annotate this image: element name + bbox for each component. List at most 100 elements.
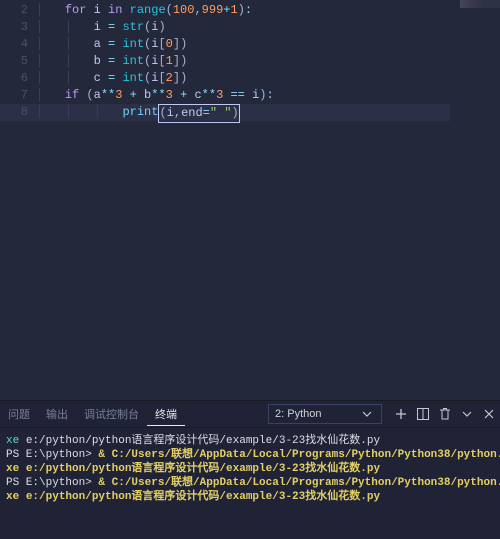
code-token: i bbox=[252, 87, 259, 104]
terminal-line: PS E:\python> & C:/Users/联想/AppData/Loca… bbox=[6, 448, 498, 462]
code-token: in bbox=[108, 2, 130, 19]
terminal-text: & C:/Users/联想/AppData/Local/Programs/Pyt… bbox=[98, 449, 500, 461]
code-token: ) bbox=[259, 87, 266, 104]
code-line[interactable]: │ │ b = int(i[1]) bbox=[36, 53, 500, 70]
chevron-down-icon bbox=[359, 406, 375, 422]
code-token: 1 bbox=[166, 53, 173, 70]
code-token: i bbox=[151, 19, 158, 36]
tab-output[interactable]: 输出 bbox=[38, 406, 76, 422]
indent-guide: │ bbox=[65, 104, 94, 123]
code-token: : bbox=[245, 2, 252, 19]
line-number: 6 bbox=[0, 70, 28, 87]
editor-pane: 2345678 │ for i in range(100,999+1):│ │ … bbox=[0, 0, 500, 400]
code-token: b bbox=[144, 87, 151, 104]
terminal-selector[interactable]: 2: Python bbox=[268, 404, 382, 424]
code-token: 3 bbox=[216, 87, 230, 104]
code-token: , bbox=[174, 106, 181, 120]
code-token: ** bbox=[101, 87, 115, 104]
code-line[interactable]: │ if (a**3 + b**3 + c**3 == i): bbox=[36, 87, 500, 104]
line-number-gutter: 2345678 bbox=[0, 0, 34, 400]
code-token: + bbox=[223, 2, 230, 19]
code-token: ( bbox=[144, 19, 151, 36]
code-token: ( bbox=[144, 70, 151, 87]
line-number: 3 bbox=[0, 19, 28, 36]
code-token: ] bbox=[173, 70, 180, 87]
line-number: 7 bbox=[0, 87, 28, 104]
close-panel-icon[interactable] bbox=[481, 406, 497, 422]
code-token: a bbox=[94, 36, 108, 53]
indent-guide: │ bbox=[65, 36, 94, 53]
code-token: , bbox=[194, 2, 201, 19]
code-token: i bbox=[94, 19, 108, 36]
code-token: if bbox=[65, 87, 87, 104]
code-token: i bbox=[151, 70, 158, 87]
line-number: 2 bbox=[0, 2, 28, 19]
bracket-match-box: (i,end=" ") bbox=[158, 104, 239, 123]
code-token: ) bbox=[158, 19, 165, 36]
code-token: ( bbox=[144, 53, 151, 70]
indent-guide: │ bbox=[36, 19, 65, 36]
code-token: ** bbox=[151, 87, 165, 104]
indent-guide: │ bbox=[94, 104, 123, 123]
terminal-text: PS E:\python> bbox=[6, 477, 98, 489]
chevron-down-panel-icon[interactable] bbox=[459, 406, 475, 422]
code-token: 999 bbox=[202, 2, 224, 19]
line-number: 5 bbox=[0, 53, 28, 70]
code-token: = bbox=[108, 36, 122, 53]
terminal-text: e:/python/python语言程序设计代码/example/3-23找水仙… bbox=[26, 435, 380, 447]
terminal-text: xe bbox=[6, 435, 26, 447]
code-line[interactable]: │ │ │ print(i,end=" ") bbox=[36, 104, 500, 123]
code-token: ( bbox=[166, 2, 173, 19]
code-token: for bbox=[65, 2, 94, 19]
indent-guide: │ bbox=[36, 104, 65, 123]
terminal-line: PS E:\python> & C:/Users/联想/AppData/Loca… bbox=[6, 476, 498, 490]
code-token: ) bbox=[180, 70, 187, 87]
code-token: 1 bbox=[230, 2, 237, 19]
code-token: = bbox=[108, 53, 122, 70]
code-token: [ bbox=[158, 36, 165, 53]
terminal-line: xe e:/python/python语言程序设计代码/example/3-23… bbox=[6, 434, 498, 448]
indent-guide: │ bbox=[36, 36, 65, 53]
code-token: = bbox=[108, 19, 122, 36]
code-line[interactable]: │ │ a = int(i[0]) bbox=[36, 36, 500, 53]
code-token: i bbox=[94, 2, 108, 19]
tab-terminal[interactable]: 终端 bbox=[147, 406, 185, 426]
split-terminal-icon[interactable] bbox=[415, 406, 431, 422]
code-line[interactable]: │ │ c = int(i[2]) bbox=[36, 70, 500, 87]
code-token: i bbox=[151, 53, 158, 70]
code-token: " " bbox=[210, 106, 232, 120]
code-token: c bbox=[94, 70, 108, 87]
terminal-text: PS E:\python> bbox=[6, 449, 98, 461]
code-area[interactable]: │ for i in range(100,999+1):│ │ i = str(… bbox=[34, 0, 500, 400]
code-token: [ bbox=[158, 53, 165, 70]
code-token: 3 bbox=[166, 87, 180, 104]
code-token: range bbox=[130, 2, 166, 19]
indent-guide: │ bbox=[36, 2, 65, 19]
terminal-text: e:/python/python语言程序设计代码/example/3-23找水仙… bbox=[26, 491, 380, 503]
new-terminal-icon[interactable] bbox=[393, 406, 409, 422]
trash-icon[interactable] bbox=[437, 406, 453, 422]
code-token: ) bbox=[238, 2, 245, 19]
terminal-selector-label: 2: Python bbox=[275, 408, 321, 420]
code-token: a bbox=[94, 87, 101, 104]
indent-guide: │ bbox=[65, 70, 94, 87]
code-token: i bbox=[151, 36, 158, 53]
tab-debug[interactable]: 调试控制台 bbox=[76, 406, 147, 422]
code-token: ] bbox=[173, 36, 180, 53]
terminal-line: xe e:/python/python语言程序设计代码/example/3-23… bbox=[6, 490, 498, 504]
terminal[interactable]: xe e:/python/python语言程序设计代码/example/3-23… bbox=[0, 428, 500, 539]
tab-problems[interactable]: 问题 bbox=[0, 406, 38, 422]
code-token: = bbox=[203, 106, 210, 120]
code-token: ** bbox=[202, 87, 216, 104]
code-token: int bbox=[122, 70, 144, 87]
line-number: 4 bbox=[0, 36, 28, 53]
code-token: == bbox=[230, 87, 252, 104]
terminal-line: xe e:/python/python语言程序设计代码/example/3-23… bbox=[6, 462, 498, 476]
code-line[interactable]: │ for i in range(100,999+1): bbox=[36, 2, 500, 19]
indent-guide: │ bbox=[36, 70, 65, 87]
panel-tabs: 问题 输出 调试控制台 终端 2: Python bbox=[0, 400, 500, 428]
code-token: 3 bbox=[115, 87, 129, 104]
code-line[interactable]: │ │ i = str(i) bbox=[36, 19, 500, 36]
code-token: 100 bbox=[173, 2, 195, 19]
code-token: ( bbox=[86, 87, 93, 104]
